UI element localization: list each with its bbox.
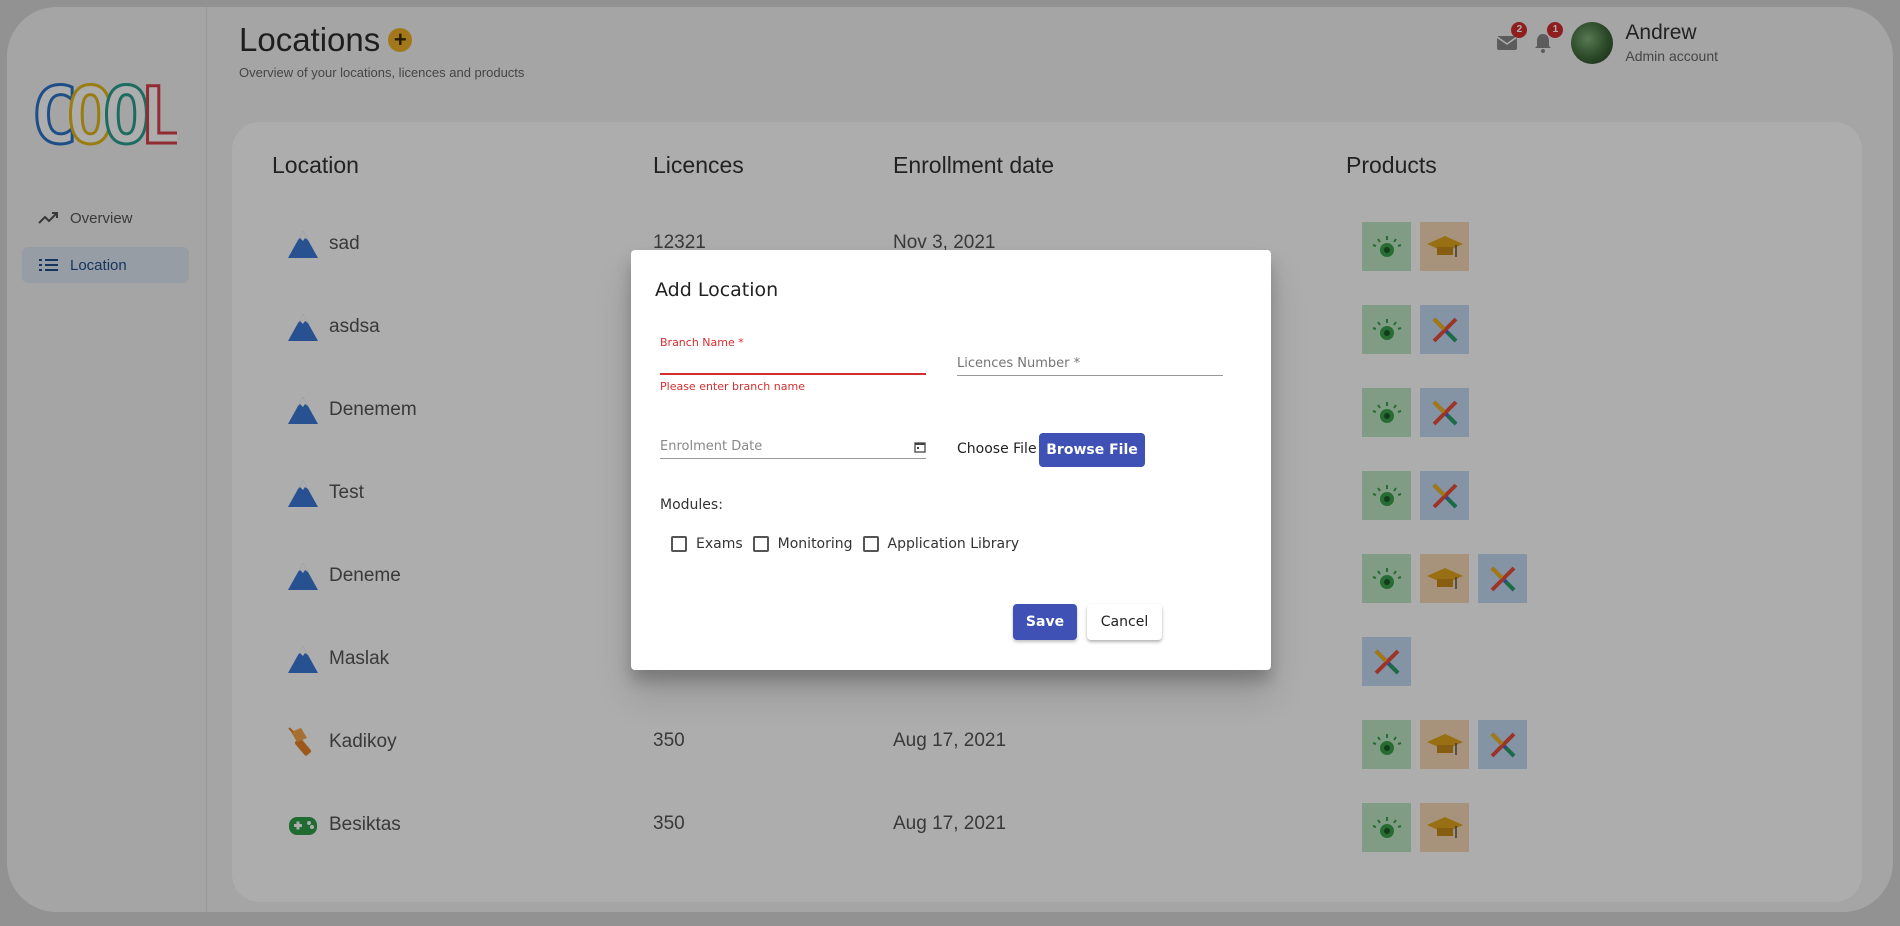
module-exams-checkbox[interactable]: Exams (671, 536, 743, 552)
branch-name-field: Branch Name * Please enter branch name (660, 336, 926, 393)
licences-number-input[interactable] (957, 352, 1223, 375)
checkbox-label: Monitoring (777, 536, 853, 552)
dialog-title: Add Location (655, 279, 779, 301)
cancel-button[interactable]: Cancel (1087, 604, 1162, 640)
licences-number-underline (957, 375, 1223, 376)
modules-checkboxes: Exams Monitoring Application Library (671, 536, 1029, 552)
browse-file-button[interactable]: Browse File (1039, 433, 1145, 467)
checkbox-label: Application Library (887, 536, 1020, 552)
add-location-dialog: Add Location Branch Name * Please enter … (631, 250, 1271, 670)
branch-name-error: Please enter branch name (660, 380, 805, 393)
enrolment-date-placeholder: Enrolment Date (660, 439, 763, 454)
save-button[interactable]: Save (1013, 604, 1077, 640)
module-monitoring-checkbox[interactable]: Monitoring (752, 536, 853, 552)
checkbox-label: Exams (696, 536, 743, 552)
module-application-library-checkbox[interactable]: Application Library (862, 536, 1020, 552)
calendar-icon[interactable] (914, 441, 926, 453)
choose-file-label: Choose File (957, 441, 1037, 457)
checkbox-box[interactable] (862, 536, 879, 552)
checkbox-box[interactable] (752, 536, 769, 552)
licences-number-field (957, 352, 1223, 376)
branch-name-input[interactable] (660, 349, 926, 373)
checkbox-box[interactable] (671, 536, 687, 552)
branch-name-label: Branch Name * (660, 336, 744, 349)
enrolment-date-underline (660, 458, 926, 459)
modules-label: Modules: (660, 497, 723, 513)
enrolment-date-field[interactable]: Enrolment Date (660, 439, 926, 459)
branch-name-underline (660, 373, 926, 375)
